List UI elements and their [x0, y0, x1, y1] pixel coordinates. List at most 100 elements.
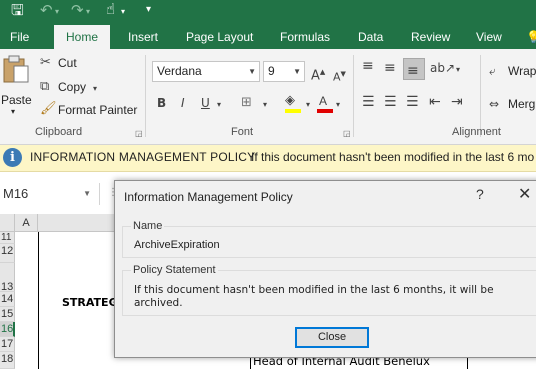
row-header-14[interactable]: 14 — [0, 292, 15, 307]
info-bar-message: If this document hasn't been modified in… — [251, 150, 535, 164]
redo-icon[interactable]: ↷ — [71, 2, 84, 24]
format-painter-icon: 🖌 — [40, 101, 57, 116]
row-header-13[interactable]: 13 — [0, 263, 15, 292]
paste-button[interactable]: Paste ▾ — [1, 54, 33, 116]
align-bottom-icon: ≡ — [407, 63, 419, 79]
borders-dropdown-icon[interactable]: ▾ — [263, 97, 267, 113]
borders-icon[interactable]: ⊞ — [241, 95, 252, 111]
chevron-down-icon: ▼ — [83, 189, 91, 198]
row-header-11[interactable]: 11 — [0, 232, 15, 244]
merge-center-button[interactable]: Merg — [508, 97, 535, 111]
select-all-corner[interactable] — [0, 214, 15, 232]
align-top-icon[interactable]: ≡ — [362, 58, 374, 74]
paste-dropdown-icon: ▾ — [11, 107, 16, 116]
increase-indent-icon[interactable]: ⇥ — [451, 94, 463, 110]
copy-dropdown-icon[interactable]: ▾ — [93, 81, 97, 97]
help-icon[interactable]: ? — [476, 186, 484, 202]
italic-button[interactable]: I — [181, 95, 185, 111]
customize-qat-icon[interactable]: ▾ — [146, 2, 151, 24]
underline-dropdown-icon[interactable]: ▾ — [217, 97, 221, 113]
tab-review[interactable]: Review — [411, 25, 450, 49]
underline-button[interactable]: U — [201, 95, 210, 111]
fill-color-swatch — [285, 109, 301, 113]
wrap-text-button[interactable]: Wrap — [508, 64, 536, 78]
close-button[interactable]: Close — [295, 327, 369, 348]
policy-info-bar: i INFORMATION MANAGEMENT POLICY If this … — [0, 145, 536, 172]
group-divider — [353, 55, 354, 137]
grow-font-button[interactable]: A▲ — [311, 64, 325, 84]
tab-insert[interactable]: Insert — [128, 25, 158, 49]
name-box[interactable]: M16 ▼ — [0, 183, 100, 205]
fill-color-icon[interactable]: ◈ — [285, 93, 295, 109]
tab-home[interactable]: Home — [54, 25, 111, 49]
cut-button[interactable]: Cut — [58, 56, 77, 70]
align-left-icon[interactable]: ☰ — [362, 94, 375, 110]
alignment-group-label: Alignment — [452, 126, 501, 138]
title-bar: 🖫 ↶ ▾ ↷ ▾ ☝ ▾ ▾ — [0, 0, 536, 25]
tab-view[interactable]: View — [476, 25, 502, 49]
row-header-15[interactable]: 15 — [0, 307, 15, 322]
font-name-value: Verdana — [157, 64, 202, 78]
format-painter-button[interactable]: Format Painter — [58, 103, 137, 117]
name-value: ArchiveExpiration — [134, 239, 220, 251]
decrease-indent-icon[interactable]: ⇤ — [429, 94, 441, 110]
save-icon[interactable]: 🖫 — [11, 2, 24, 24]
copy-button[interactable]: Copy — [58, 80, 86, 94]
name-box-value: M16 — [3, 186, 29, 201]
info-icon: i — [3, 148, 22, 167]
font-color-icon[interactable]: A — [319, 93, 327, 109]
font-color-dropdown-icon[interactable]: ▾ — [336, 97, 340, 113]
chevron-down-icon: ▼ — [248, 67, 256, 76]
font-launcher-icon[interactable]: ◲ — [343, 129, 351, 138]
cell-border — [38, 232, 39, 369]
ribbon-tabs: File Home Insert Page Layout Formulas Da… — [0, 25, 536, 49]
row-header-17[interactable]: 17 — [0, 337, 15, 352]
shrink-font-button[interactable]: A▼ — [333, 66, 346, 86]
undo-icon[interactable]: ↶ — [40, 2, 53, 24]
tab-page-layout[interactable]: Page Layout — [186, 25, 253, 49]
align-middle-icon[interactable]: ≡ — [384, 60, 396, 76]
ribbon-home: Paste ▾ ✂ Cut ⧉ Copy ▾ 🖌 Format Painter … — [0, 49, 536, 145]
name-label: Name — [131, 220, 165, 232]
cut-icon: ✂ — [40, 55, 51, 70]
tell-me-icon[interactable]: 💡 — [526, 25, 536, 49]
align-bottom-button[interactable]: ≡ — [403, 58, 425, 80]
tab-data[interactable]: Data — [358, 25, 383, 49]
column-header-a[interactable]: A — [15, 214, 38, 232]
redo-dropdown-icon[interactable]: ▾ — [86, 4, 90, 26]
orientation-icon[interactable]: ab↗ — [430, 60, 455, 76]
touch-mode-icon[interactable]: ☝ — [106, 1, 115, 23]
strategy-cell[interactable]: STRATEG — [62, 296, 118, 309]
group-divider — [480, 55, 481, 137]
group-divider — [145, 55, 146, 137]
row-header-12[interactable]: 12 — [0, 244, 15, 263]
paste-icon — [3, 55, 29, 83]
font-color-swatch — [317, 109, 333, 113]
policy-statement-label: Policy Statement — [131, 264, 218, 276]
dialog-title: Information Management Policy — [124, 190, 293, 204]
touch-dropdown-icon[interactable]: ▾ — [121, 4, 125, 26]
wrap-text-icon: ⤶ — [489, 64, 496, 78]
font-name-select[interactable]: Verdana ▼ — [152, 61, 260, 82]
orientation-dropdown-icon[interactable]: ▾ — [456, 62, 460, 78]
clipboard-launcher-icon[interactable]: ◲ — [135, 129, 143, 138]
fill-color-dropdown-icon[interactable]: ▾ — [306, 97, 310, 113]
row-header-16[interactable]: 16 — [0, 322, 15, 337]
merge-center-icon: ⇔ — [489, 97, 500, 111]
font-size-select[interactable]: 9 ▼ — [263, 61, 305, 82]
policy-dialog: Information Management Policy ? ✕ Name A… — [114, 180, 536, 358]
policy-statement-text: If this document hasn't been modified in… — [134, 284, 494, 309]
tab-file[interactable]: File — [10, 25, 29, 49]
name-fieldset: Name ArchiveExpiration — [122, 220, 536, 258]
align-center-icon[interactable]: ☰ — [384, 94, 397, 110]
row-header-18[interactable]: 18 — [0, 352, 15, 369]
align-right-icon[interactable]: ☰ — [406, 94, 419, 110]
close-icon[interactable]: ✕ — [518, 184, 531, 203]
undo-dropdown-icon[interactable]: ▾ — [55, 4, 59, 26]
copy-icon: ⧉ — [40, 79, 50, 94]
font-group-label: Font — [231, 126, 254, 138]
font-size-value: 9 — [268, 64, 275, 78]
bold-button[interactable]: B — [157, 95, 166, 111]
tab-formulas[interactable]: Formulas — [280, 25, 330, 49]
chevron-down-icon: ▼ — [293, 67, 301, 76]
